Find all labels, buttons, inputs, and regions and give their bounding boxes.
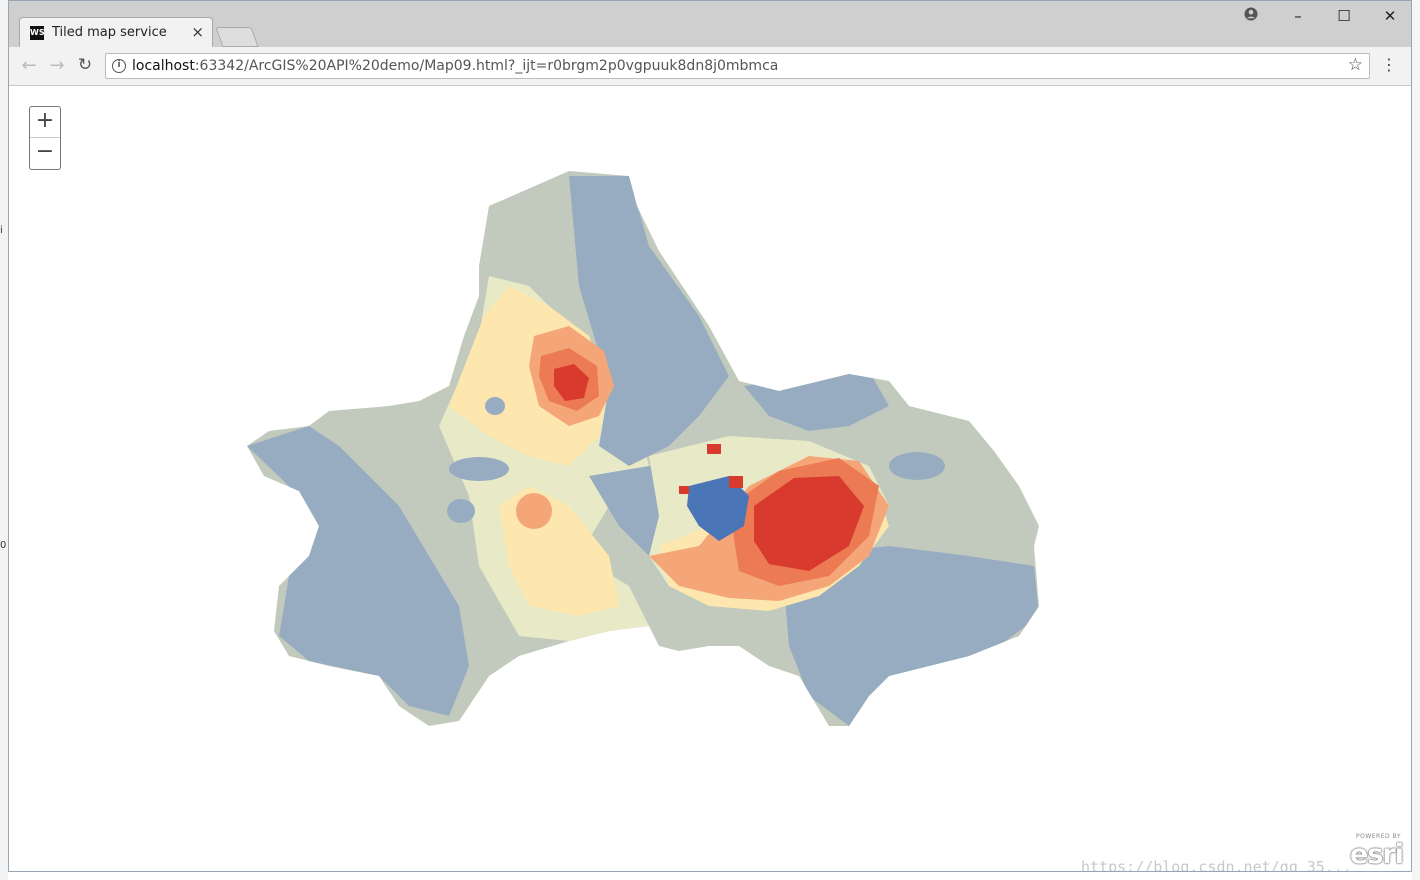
webstorm-favicon-icon: WS — [30, 26, 45, 40]
cool-patch-west-small — [447, 499, 475, 523]
maximize-button[interactable]: ☐ — [1332, 7, 1356, 25]
url-path: :63342/ArcGIS%20API%20demo/Map09.html?_i… — [194, 58, 779, 74]
background-window-edge-right — [1412, 0, 1420, 880]
cool-patch-east — [889, 452, 945, 480]
browser-toolbar: ← → ↻ i localhost:63342/ArcGIS%20API%20d… — [9, 47, 1411, 86]
background-window-edge-left: i 0 — [0, 0, 8, 880]
reload-icon[interactable]: ↻ — [75, 55, 95, 75]
esri-wordmark: esri — [1350, 839, 1404, 870]
url-text[interactable]: localhost:63342/ArcGIS%20API%20demo/Map0… — [132, 58, 778, 74]
zoom-control: + − — [29, 106, 61, 170]
hot-patch-center-3 — [679, 486, 689, 494]
forward-arrow-icon[interactable]: → — [47, 55, 67, 76]
hot-patch-center-1 — [707, 444, 721, 454]
cool-patch-nw-small — [485, 397, 505, 415]
minimize-button[interactable]: – — [1286, 7, 1310, 25]
tab-close-icon[interactable]: × — [191, 23, 204, 41]
cool-patch-west — [449, 457, 509, 481]
address-bar[interactable]: i localhost:63342/ArcGIS%20API%20demo/Ma… — [105, 53, 1370, 79]
esri-logo[interactable]: POWERED BY esri — [1343, 833, 1407, 870]
blog-watermark: https://blog.csdn.net/qq_35... — [1081, 858, 1352, 871]
browser-tab[interactable]: WS Tiled map service × — [19, 17, 213, 48]
close-window-button[interactable]: ✕ — [1378, 7, 1402, 25]
account-icon[interactable] — [1239, 7, 1263, 25]
map-view[interactable]: + − POWERED BY esri https://blog.csdn.ne… — [9, 86, 1411, 871]
zoom-out-button[interactable]: − — [30, 138, 60, 168]
choropleth-map-layer[interactable] — [9, 86, 1411, 871]
bookmark-star-icon[interactable]: ☆ — [1348, 55, 1363, 75]
url-host: localhost — [132, 58, 195, 74]
tab-title: Tiled map service — [52, 25, 167, 40]
back-arrow-icon[interactable]: ← — [19, 55, 39, 76]
new-tab-button[interactable] — [215, 27, 259, 47]
browser-window: WS Tiled map service × – ☐ ✕ ← → ↻ i loc… — [8, 0, 1412, 872]
browser-menu-icon[interactable]: ⋮ — [1381, 55, 1397, 74]
zoom-in-button[interactable]: + — [30, 107, 60, 137]
warm-patch-southwest — [516, 493, 552, 529]
site-info-icon[interactable]: i — [112, 59, 126, 73]
hot-patch-center-2 — [729, 476, 743, 488]
title-bar: WS Tiled map service × – ☐ ✕ — [9, 1, 1411, 48]
